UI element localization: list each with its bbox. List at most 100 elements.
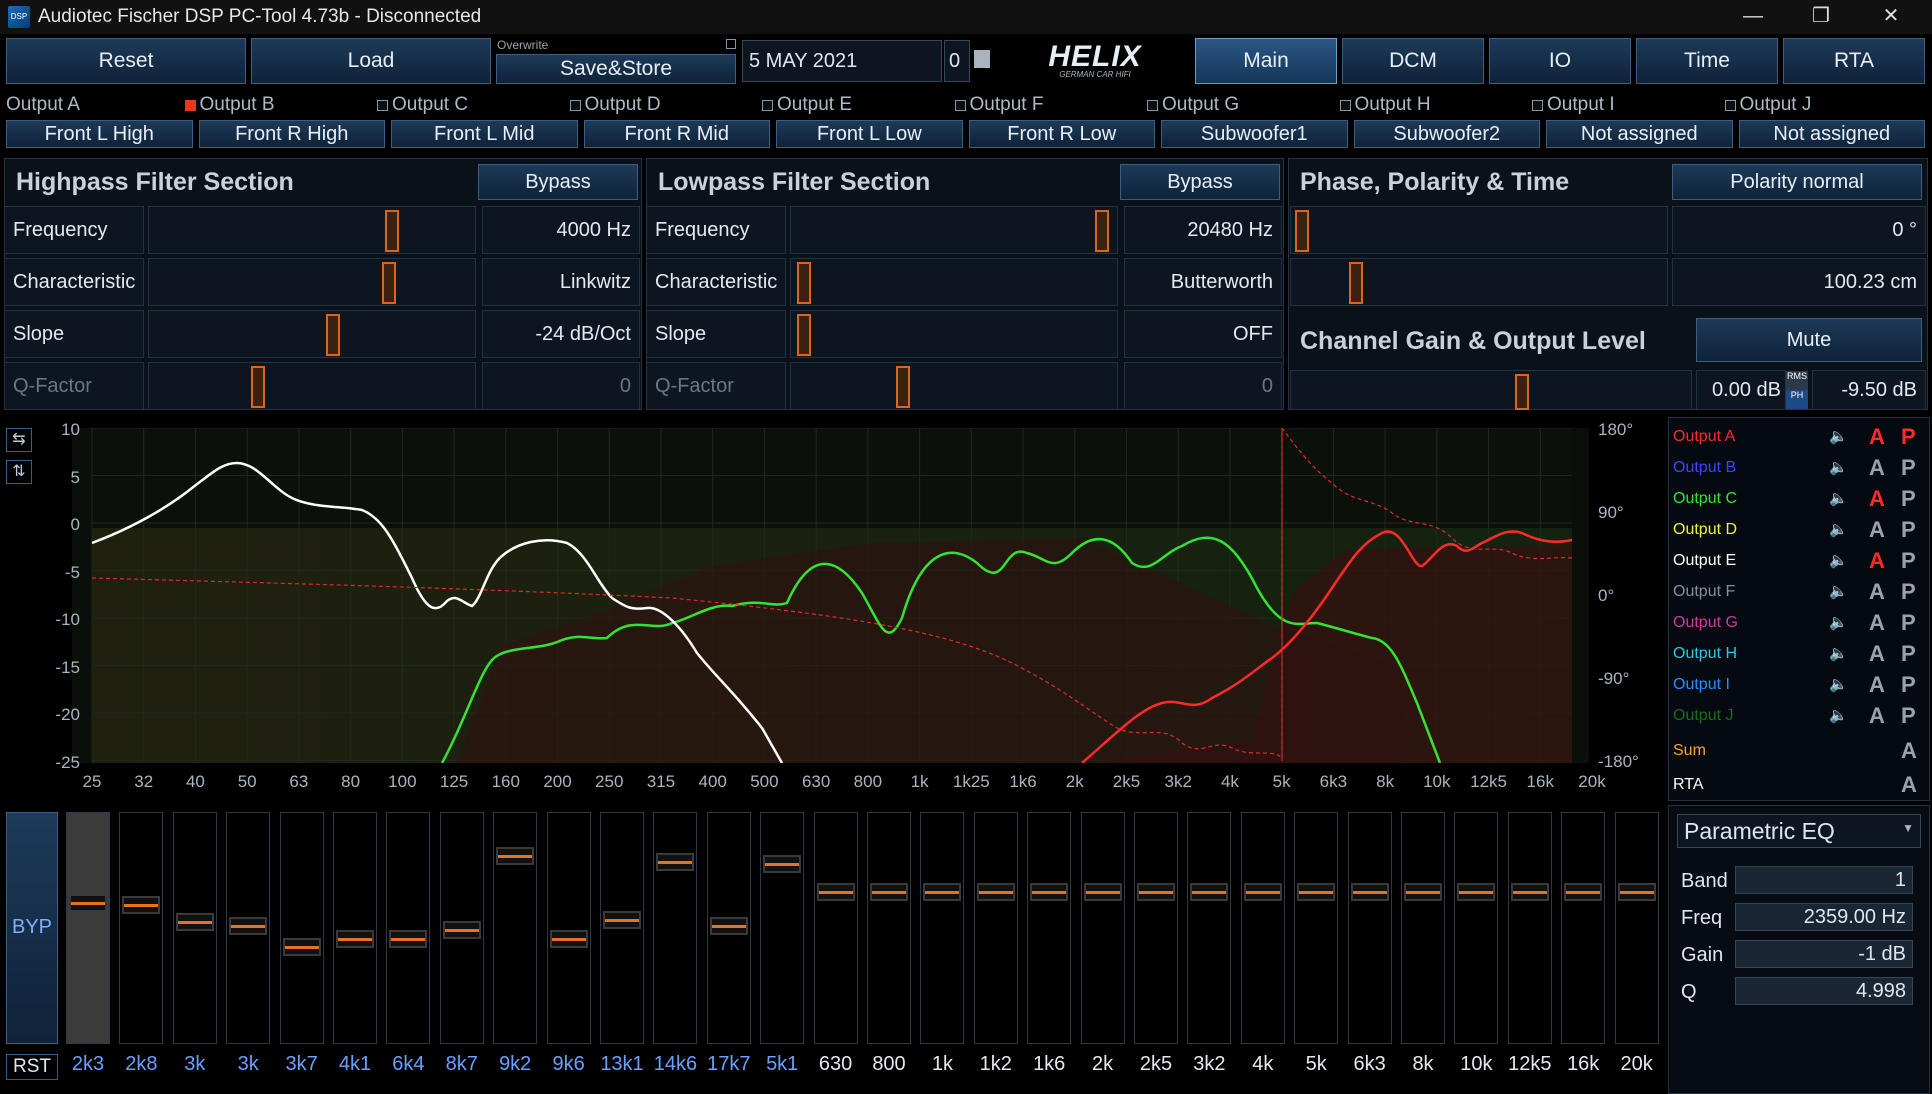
eq-band-knob[interactable]: [1190, 882, 1229, 901]
lowpass-row-slider[interactable]: [790, 206, 1118, 254]
channel-assign-button-e[interactable]: Front L Low: [776, 120, 963, 148]
legend-a-toggle[interactable]: A: [1869, 641, 1885, 667]
speaker-icon[interactable]: 🔈: [1829, 675, 1848, 693]
eq-band-knob[interactable]: [282, 938, 321, 957]
speaker-icon[interactable]: 🔈: [1829, 644, 1848, 662]
eq-band-slider[interactable]: [1027, 812, 1072, 1044]
eq-band-knob[interactable]: [122, 895, 161, 914]
reset-button[interactable]: Reset: [6, 38, 246, 84]
overwrite-checkbox[interactable]: [726, 39, 736, 49]
gain-slider[interactable]: [1290, 370, 1692, 410]
slider-knob[interactable]: [896, 366, 911, 408]
eq-band-slider[interactable]: [66, 812, 110, 1044]
speaker-icon[interactable]: 🔈: [1829, 706, 1848, 724]
output-checkbox-i[interactable]: Output I: [1532, 94, 1615, 116]
tab-time[interactable]: Time: [1636, 38, 1778, 84]
eq-band-slider[interactable]: [172, 812, 217, 1044]
eq-band-slider[interactable]: [493, 812, 538, 1044]
eq-band-knob[interactable]: [976, 882, 1015, 901]
eq-band-knob[interactable]: [175, 912, 214, 931]
output-checkbox-c[interactable]: Output C: [377, 94, 468, 116]
eq-band-knob[interactable]: [1030, 882, 1069, 901]
eq-band-knob[interactable]: [816, 882, 855, 901]
legend-a-toggle[interactable]: A: [1869, 672, 1885, 698]
legend-row[interactable]: Output D 🔈 A P: [1669, 515, 1929, 545]
eq-band-slider[interactable]: [1401, 812, 1445, 1044]
time-slider-knob[interactable]: [1348, 262, 1363, 304]
link-icon[interactable]: ⇅: [6, 460, 32, 484]
legend-a-toggle[interactable]: A: [1869, 517, 1885, 543]
eq-band-slider[interactable]: [867, 812, 911, 1044]
highpass-row-value[interactable]: Linkwitz: [482, 258, 640, 306]
eq-band-slider[interactable]: [279, 812, 324, 1044]
legend-p-toggle[interactable]: P: [1901, 486, 1916, 512]
eq-band-knob[interactable]: [1137, 882, 1175, 901]
eq-band-knob[interactable]: [1083, 882, 1122, 901]
legend-row[interactable]: Output F 🔈 A P: [1669, 577, 1929, 607]
output-checkbox-a[interactable]: Output A: [6, 94, 80, 116]
slider-knob[interactable]: [1094, 210, 1109, 252]
speaker-icon[interactable]: 🔈: [1829, 489, 1848, 507]
speaker-icon[interactable]: 🔈: [1829, 520, 1848, 538]
legend-p-toggle[interactable]: P: [1901, 579, 1916, 605]
tab-io[interactable]: IO: [1489, 38, 1631, 84]
lowpass-row-slider[interactable]: [790, 258, 1118, 306]
eq-band-knob[interactable]: [442, 921, 481, 940]
eq-bypass-button[interactable]: BYP: [6, 812, 58, 1044]
lowpass-row-value[interactable]: 0: [1124, 362, 1282, 410]
legend-a-toggle[interactable]: A: [1869, 610, 1885, 636]
output-checkbox-b[interactable]: Output B: [184, 94, 275, 116]
speaker-icon[interactable]: 🔈: [1829, 458, 1848, 476]
channel-assign-button-b[interactable]: Front R High: [198, 120, 385, 148]
eq-band-slider[interactable]: [1561, 812, 1606, 1044]
eq-band-slider[interactable]: [1240, 812, 1285, 1044]
eq-band-slider[interactable]: [1294, 812, 1339, 1044]
legend-p-toggle[interactable]: P: [1901, 548, 1916, 574]
output-checkbox-f[interactable]: Output F: [954, 94, 1043, 116]
highpass-row-slider[interactable]: [148, 206, 476, 254]
polarity-button[interactable]: Polarity normal: [1672, 164, 1922, 200]
load-button[interactable]: Load: [251, 38, 491, 84]
legend-row[interactable]: Output I 🔈 A P: [1669, 670, 1929, 700]
edit-icon[interactable]: [974, 50, 990, 68]
eq-band-knob[interactable]: [1510, 882, 1549, 901]
channel-assign-button-d[interactable]: Front R Mid: [583, 120, 770, 148]
eq-band-knob[interactable]: [870, 882, 908, 901]
legend-row-sum[interactable]: Sum A: [1669, 736, 1929, 766]
slider-knob[interactable]: [797, 314, 812, 356]
highpass-row-value[interactable]: -24 dB/Oct: [482, 310, 640, 358]
eq-band-slider[interactable]: [439, 812, 484, 1044]
lowpass-row-value[interactable]: 20480 Hz: [1124, 206, 1282, 254]
eq-band-knob[interactable]: [656, 853, 695, 872]
slider-knob[interactable]: [381, 262, 396, 304]
peq-band-field[interactable]: 1: [1735, 866, 1913, 894]
eq-band-slider[interactable]: [1134, 812, 1178, 1044]
eq-band-knob[interactable]: [603, 910, 641, 929]
tab-rta[interactable]: RTA: [1783, 38, 1925, 84]
lowpass-bypass-button[interactable]: Bypass: [1120, 164, 1280, 200]
lowpass-row-slider[interactable]: [790, 362, 1118, 410]
legend-p-toggle[interactable]: P: [1901, 672, 1916, 698]
time-slider[interactable]: [1290, 258, 1668, 306]
ph-toggle[interactable]: PH: [1786, 390, 1808, 409]
speaker-icon[interactable]: 🔈: [1829, 613, 1848, 631]
legend-row[interactable]: Output H 🔈 A P: [1669, 639, 1929, 669]
speaker-icon[interactable]: 🔈: [1829, 551, 1848, 569]
peq-gain-field[interactable]: -1 dB: [1735, 940, 1913, 968]
channel-assign-button-f[interactable]: Front R Low: [968, 120, 1155, 148]
output-checkbox-g[interactable]: Output G: [1147, 94, 1239, 116]
eq-band-slider[interactable]: [1614, 812, 1659, 1044]
slider-knob[interactable]: [251, 366, 266, 408]
peq-mode-select[interactable]: Parametric EQ ▼: [1677, 814, 1921, 848]
legend-row[interactable]: Output B 🔈 A P: [1669, 453, 1929, 483]
tab-main[interactable]: Main: [1195, 38, 1337, 84]
eq-band-slider[interactable]: [226, 812, 271, 1044]
eq-band-knob[interactable]: [763, 855, 802, 874]
swap-icon[interactable]: ⇆: [6, 428, 32, 452]
legend-p-toggle[interactable]: P: [1901, 610, 1916, 636]
speaker-icon[interactable]: 🔈: [1829, 582, 1848, 600]
minimize-icon[interactable]: —: [1730, 0, 1776, 34]
highpass-row-slider[interactable]: [148, 362, 476, 410]
eq-reset-button[interactable]: RST: [6, 1054, 58, 1080]
close-icon[interactable]: ✕: [1868, 0, 1914, 34]
